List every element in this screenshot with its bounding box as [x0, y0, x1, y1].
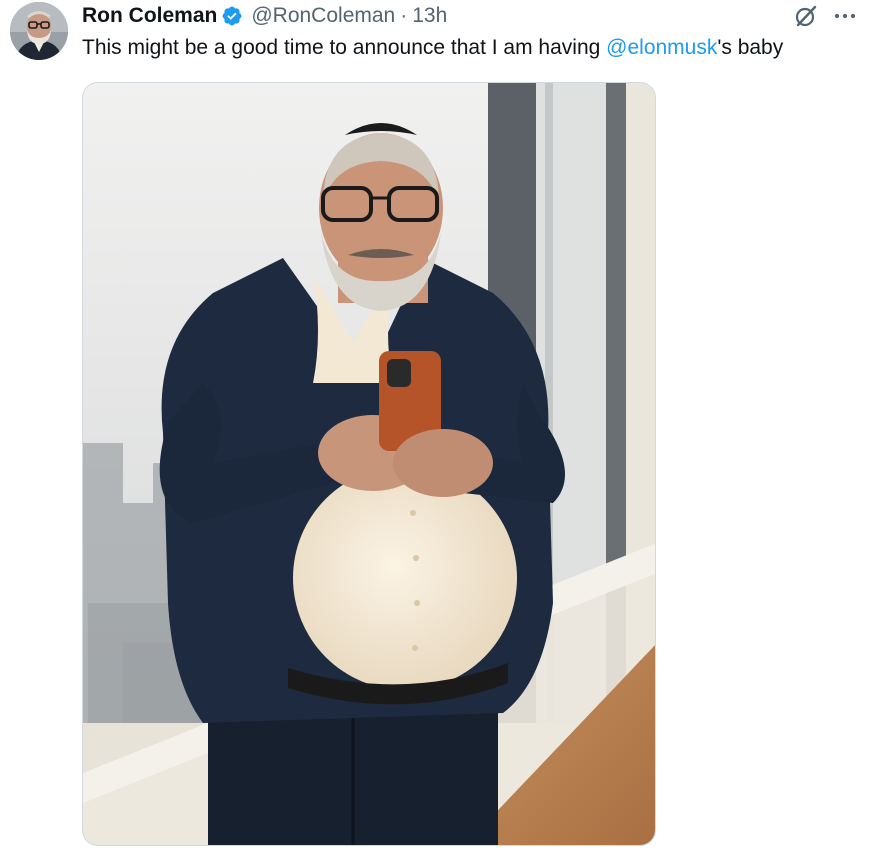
author-handle[interactable]: @RonColeman [251, 4, 395, 28]
photo-illustration [83, 83, 655, 845]
verified-badge-icon[interactable] [221, 5, 243, 27]
grok-icon[interactable] [791, 2, 821, 30]
tweet[interactable]: Ron Coleman @RonColeman · 13h This might… [0, 0, 872, 864]
tweet-header: Ron Coleman @RonColeman · 13h [82, 3, 447, 29]
tweet-text-end: 's baby [717, 36, 784, 59]
author-name[interactable]: Ron Coleman [82, 4, 217, 28]
separator-dot: · [400, 4, 408, 27]
tweet-image[interactable] [82, 82, 656, 846]
tweet-text: This might be a good time to announce th… [82, 33, 783, 63]
avatar[interactable] [10, 2, 68, 60]
tweet-text-start: This might be a good time to announce th… [82, 36, 607, 59]
more-icon[interactable] [830, 4, 860, 28]
mention-link[interactable]: @elonmusk [606, 36, 717, 59]
timestamp[interactable]: 13h [412, 4, 447, 28]
